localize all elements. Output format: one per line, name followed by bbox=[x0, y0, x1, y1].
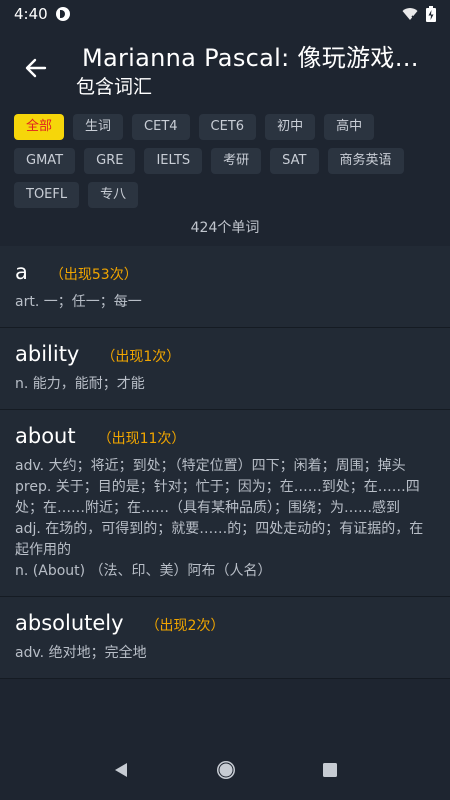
word-text: ability bbox=[15, 342, 80, 366]
filter-chips: 全部 生词 CET4 CET6 初中 高中 GMAT GRE IELTS 考研 SAT 商务英语 TOE… bbox=[14, 114, 436, 208]
word-count-label: 424个单词 bbox=[190, 220, 260, 236]
status-time: 4:40 bbox=[14, 5, 48, 23]
square-recent-icon[interactable] bbox=[322, 762, 338, 778]
filter-chip[interactable]: 商务英语 bbox=[327, 148, 404, 174]
system-nav-bar bbox=[0, 740, 450, 800]
battery-icon bbox=[426, 6, 436, 22]
filter-chip[interactable]: 高中 bbox=[324, 114, 375, 140]
filter-chip[interactable]: GMAT bbox=[14, 148, 76, 174]
word-header: about （出现11次） bbox=[15, 424, 435, 448]
word-header: a （出现53次） bbox=[15, 260, 435, 284]
word-list-item[interactable]: a （出现53次） art. 一；任一；每一 bbox=[0, 246, 450, 328]
word-list-item[interactable]: about （出现11次） adv. 大约；将近；到处；（特定位置）四下；闲着；周围… bbox=[0, 410, 450, 597]
filter-chip[interactable]: 全部 bbox=[14, 114, 65, 140]
word-list-item[interactable]: absolutely （出现2次） adv. 绝对地；完全地 bbox=[0, 597, 450, 679]
filter-chip[interactable]: 专八 bbox=[88, 182, 139, 208]
filter-chip[interactable]: TOEFL bbox=[14, 182, 80, 208]
filter-chip[interactable]: 生词 bbox=[73, 114, 124, 140]
filter-chip[interactable]: SAT bbox=[270, 148, 319, 174]
word-text: absolutely bbox=[15, 611, 124, 635]
back-button[interactable] bbox=[18, 50, 54, 86]
word-list-item[interactable]: ability （出现1次） n. 能力，能耐；才能 bbox=[0, 328, 450, 410]
arrow-left-icon bbox=[25, 58, 47, 78]
word-text: about bbox=[15, 424, 76, 448]
word-header: absolutely （出现2次） bbox=[15, 611, 435, 635]
filter-chip[interactable]: 初中 bbox=[265, 114, 316, 140]
filter-chip[interactable]: GRE bbox=[84, 148, 136, 174]
filter-chip[interactable]: 考研 bbox=[211, 148, 262, 174]
word-definition: adv. 绝对地；完全地 bbox=[15, 645, 147, 661]
page-title: Marianna Pascal: 像玩游戏… bbox=[82, 44, 419, 72]
filter-chip[interactable]: IELTS bbox=[144, 148, 203, 174]
occurrence-count: （出现1次） bbox=[101, 349, 181, 365]
triangle-back-icon[interactable] bbox=[112, 761, 130, 779]
word-text: a bbox=[15, 260, 28, 284]
wifi-icon bbox=[402, 8, 418, 21]
occurrence-count: （出现11次） bbox=[97, 431, 186, 447]
word-definition: n. 能力，能耐；才能 bbox=[15, 376, 145, 392]
word-header: ability （出现1次） bbox=[15, 342, 435, 366]
filter-chip[interactable]: CET4 bbox=[132, 114, 190, 140]
app-notification-icon bbox=[55, 7, 70, 21]
app-header: Marianna Pascal: 像玩游戏… 包含词汇 bbox=[0, 28, 450, 108]
occurrence-count: （出现53次） bbox=[49, 267, 138, 283]
page-subtitle: 包含词汇 bbox=[76, 76, 153, 98]
word-definition: adv. 大约；将近；到处；（特定位置）四下；闲着；周围；掉头 prep. 关于… bbox=[15, 458, 424, 579]
circle-home-icon[interactable] bbox=[215, 759, 237, 781]
word-definition: art. 一；任一；每一 bbox=[15, 294, 142, 310]
status-bar: 4:40 bbox=[0, 0, 450, 28]
filter-chip[interactable]: CET6 bbox=[198, 114, 257, 140]
occurrence-count: （出现2次） bbox=[145, 618, 225, 634]
word-list[interactable]: a （出现53次） art. 一；任一；每一 ability （出现1次） n. 能力，能… bbox=[0, 246, 450, 740]
